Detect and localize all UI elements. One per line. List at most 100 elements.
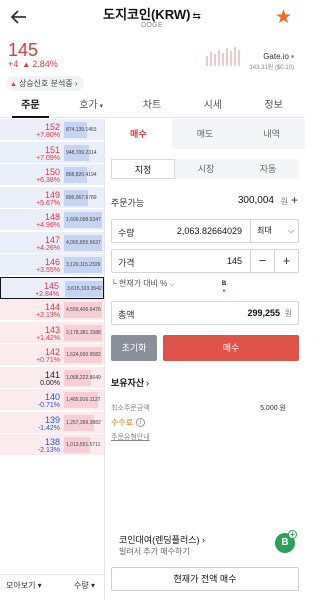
exchange-label: Gate.io — [263, 52, 289, 61]
triangle-up-icon: ▲ — [22, 60, 31, 69]
orderbook-price: 152 — [44, 122, 60, 132]
min-order-value: 5,000 원 — [260, 405, 286, 412]
tab-history[interactable]: 내역 — [238, 119, 305, 149]
orderbook-price: 150 — [44, 167, 60, 177]
orderbook-row[interactable]: 151 +7.09% 948,709.2314 — [0, 141, 104, 164]
star-icon[interactable]: ★ — [275, 8, 292, 27]
buy-all-at-current-price-button[interactable]: 현재가 전액 매수 — [111, 567, 299, 591]
orderbook: 152 +7.80% 874,139.1453 151 +7.09% 948,709.23… — [0, 119, 104, 573]
orderbook-row[interactable]: 140 -0.71% 1,465,916.1127 — [0, 389, 104, 411]
holdings-link[interactable]: 보유자산 › — [111, 376, 149, 389]
vs-current-price-select[interactable]: └ 현재가 대비 % ⌵ — [111, 278, 175, 289]
reset-button[interactable]: 초기화 — [111, 335, 157, 361]
quantity-field[interactable]: 수량 2,063.82664029 최대 ⌵ — [111, 219, 299, 243]
current-price: 145 — [8, 40, 39, 60]
type-limit[interactable]: 지정 — [111, 159, 175, 179]
orderbook-price: 149 — [44, 189, 60, 200]
type-auto[interactable]: 자동 — [237, 159, 299, 179]
orderbook-row[interactable]: 138 -2.13% 1,013,551.5711 — [0, 434, 104, 456]
chevron-down-icon: ⌵ — [287, 226, 294, 235]
plus-button[interactable]: + — [274, 250, 298, 272]
orderbook-price: 143 — [44, 324, 60, 335]
orderbook-rate: 0.00% — [40, 379, 60, 387]
orderbook-quantity: 3,615,103.3542 — [67, 285, 102, 292]
price-input[interactable]: 145 — [227, 256, 242, 266]
orderbook-rate: +4.96% — [36, 222, 60, 229]
tab-chart[interactable]: 차트 — [122, 96, 183, 117]
orderbook-price: 138 — [44, 437, 60, 447]
orderbook-price: 139 — [44, 414, 60, 425]
available-value: 300,004 — [237, 195, 274, 206]
total-input[interactable]: 299,255 — [247, 308, 280, 318]
orderbook-rate: +3.55% — [36, 267, 60, 274]
price-label: 가격 — [118, 258, 135, 268]
info-icon[interactable]: ! — [136, 418, 146, 428]
order-type-segment: 지정 시장 자동 — [111, 159, 299, 179]
total-unit: 원 — [284, 309, 292, 318]
orderbook-row[interactable]: 142 +0.71% 1,624,650.9582 — [0, 344, 104, 366]
orderbook-rate: +0.71% — [36, 357, 60, 364]
quantity-input[interactable]: 2,063.82664029 — [177, 226, 242, 236]
minus-button[interactable]: − — [250, 250, 274, 272]
quantity-select[interactable]: 최대 ⌵ — [250, 220, 298, 242]
orderbook-row[interactable]: 139 -1.42% 1,257,399.3882 — [0, 411, 104, 434]
total-field[interactable]: 총액 299,255 원 — [111, 301, 299, 325]
quantity-label: 수량 — [74, 581, 89, 590]
watermark-logo: B ● — [209, 277, 239, 295]
tab-info[interactable]: 정보 — [243, 96, 304, 117]
orderbook-quantity: 1,013,551.5711 — [66, 442, 101, 448]
lending-banner[interactable]: 코인대여(렌딩플러스) › 빌려서 추가 매수하기 B + — [111, 530, 299, 563]
tab-label: 주문 — [21, 100, 40, 111]
tab-orderbook[interactable]: 호가 ▾ — [61, 96, 122, 117]
quantity-select-label: 최대 — [257, 226, 272, 235]
tab-buy[interactable]: 매수 — [105, 119, 172, 149]
orderbook-price: 146 — [44, 257, 60, 267]
orderbook-price: 142 — [44, 347, 60, 357]
tab-sell[interactable]: 매도 — [172, 119, 239, 149]
swap-icon[interactable]: ⇆ — [192, 11, 200, 22]
lending-subtitle: 빌려서 추가 매수하기 — [119, 547, 190, 556]
group-view-button[interactable]: 모아보기 ▾ — [6, 580, 42, 591]
price-field[interactable]: 가격 145 − + — [111, 249, 299, 273]
orderbook-row[interactable]: 145 +2.84% 3,615,103.3542 — [0, 276, 104, 299]
quantity-toggle[interactable]: 수량 ▾ — [74, 580, 95, 591]
orderbook-quantity: 1,609,098.5347 — [66, 217, 101, 223]
orderbook-row[interactable]: 141 0.00% 1,068,222.8649 — [0, 366, 104, 389]
orderbook-row[interactable]: 149 +5.67% 895,067.6789 — [0, 186, 104, 209]
signal-link[interactable]: ▲ 상승신호 분석중 › — [6, 76, 84, 91]
orderbook-quantity: 1,257,399.3882 — [66, 419, 101, 426]
orderbook-rate: +5.67% — [36, 199, 60, 207]
orderbook-row[interactable]: 150 +6.38% 868,820.4194 — [0, 164, 104, 186]
more-dot-icon — [291, 55, 294, 59]
buy-button[interactable]: 매수 — [163, 335, 299, 361]
type-market[interactable]: 시장 — [175, 159, 237, 179]
orderbook-row[interactable]: 144 +2.13% 4,559,406.6476 — [0, 299, 104, 321]
tab-market[interactable]: 시세 — [182, 96, 243, 117]
orderbook-rate: +7.80% — [36, 132, 60, 139]
orderbook-quantity: 1,068,222.8649 — [66, 374, 101, 381]
fee-label: 수수료 — [111, 418, 134, 427]
exchange-name[interactable]: Gate.io — [263, 52, 294, 61]
orderbook-row[interactable]: 143 +1.42% 3,178,381.1588 — [0, 321, 104, 344]
orderbook-quantity: 948,709.2314 — [66, 149, 97, 156]
orderbook-row[interactable]: 152 +7.80% 874,139.1453 — [0, 119, 104, 141]
exchange-price: 143.31원 ($0.10) — [249, 65, 294, 71]
tab-order[interactable]: 주문 — [0, 96, 61, 118]
orderbook-quantity: 3,120,115.2329 — [66, 262, 101, 268]
quantity-label: 수량 — [118, 228, 135, 238]
change-abs: +4 — [8, 59, 19, 69]
order-type-guide-link[interactable]: 주문유형안내 — [111, 432, 150, 442]
orderbook-price: 148 — [44, 212, 60, 222]
orderbook-row[interactable]: 146 +3.55% 3,120,115.2329 — [0, 254, 104, 276]
holdings-label: 보유자산 — [111, 378, 145, 388]
coin-name: 도지코인(KRW) — [103, 7, 191, 22]
orderbook-rate: +4.26% — [36, 244, 60, 252]
plus-icon[interactable]: + — [291, 193, 298, 207]
signal-triangle-icon: ▲ — [10, 81, 17, 88]
fee-link[interactable]: 수수료! — [111, 417, 146, 428]
chevron-down-icon: ▾ — [99, 103, 104, 110]
orderbook-quantity: 868,820.4194 — [66, 172, 97, 178]
coin-title[interactable]: 도지코인(KRW) ⇆ — [0, 4, 304, 23]
orderbook-row[interactable]: 148 +4.96% 1,609,098.5347 — [0, 209, 104, 231]
orderbook-row[interactable]: 147 +4.26% 4,065,855.5637 — [0, 231, 104, 254]
